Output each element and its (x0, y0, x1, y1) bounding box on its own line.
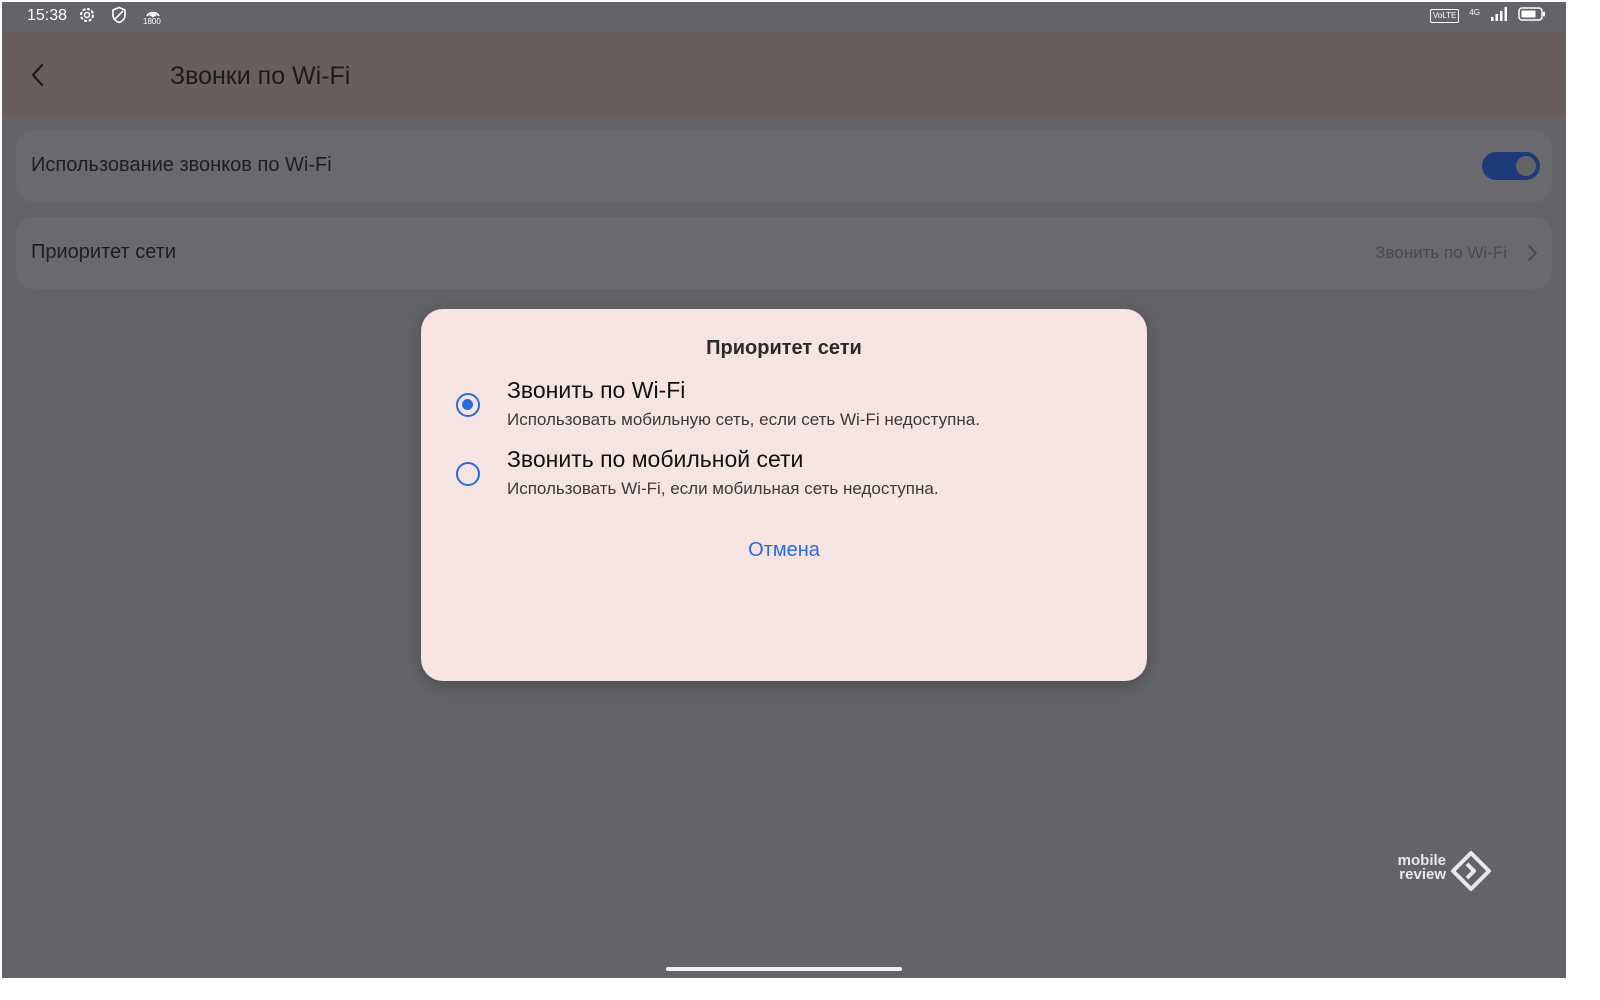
radio-wifi-selected[interactable] (456, 393, 480, 417)
wifi-calling-toggle[interactable] (1482, 152, 1540, 180)
cancel-button[interactable]: Отмена (421, 539, 1147, 562)
mobile-review-watermark: mobile review (1384, 850, 1494, 894)
status-time: 15:38 (27, 7, 68, 24)
watermark-line2: review (1399, 866, 1446, 883)
network-priority-value: Звонить по Wi-Fi (1375, 243, 1507, 262)
network-priority-row[interactable]: Приоритет сети Звонить по Wi-Fi (16, 217, 1552, 289)
option-mobile-subtitle: Использовать Wi-Fi, если мобильная сеть … (507, 479, 939, 498)
home-handle[interactable] (666, 967, 902, 971)
signal-icon (1490, 6, 1508, 26)
network-priority-label: Приоритет сети (31, 241, 176, 263)
network-type: 4G (1469, 8, 1480, 17)
radio-dot (462, 399, 473, 410)
back-arrow-icon[interactable] (24, 60, 54, 90)
page-title: Звонки по Wi-Fi (170, 62, 351, 90)
shield-icon (110, 6, 128, 28)
toggle-knob (1516, 156, 1536, 176)
dialog-title: Приоритет сети (706, 337, 862, 359)
option-wifi-subtitle: Использовать мобильную сеть, если сеть W… (507, 410, 980, 429)
volte-badge: VoLTE (1429, 9, 1460, 23)
hotspot-label: 1800 (143, 17, 161, 26)
app-bar: Звонки по Wi-Fi (2, 32, 1566, 117)
status-bar: 15:38 1800 VoLTE 4G (2, 2, 1566, 32)
gear-icon (78, 6, 96, 28)
option-mobile-title: Звонить по мобильной сети (507, 446, 804, 472)
radio-mobile[interactable] (456, 462, 480, 486)
hotspot-icon: 1800 (142, 4, 164, 28)
network-priority-dialog: Приоритет сети Звонить по Wi-Fi Использо… (421, 309, 1147, 681)
status-right-group: VoLTE 4G (1429, 6, 1546, 26)
option-wifi-title: Звонить по Wi-Fi (507, 377, 686, 403)
screen: 15:38 1800 VoLTE 4G Звонки по Wi-Fi Испо… (2, 2, 1566, 978)
wifi-calling-row[interactable]: Использование звонков по Wi-Fi (16, 130, 1552, 202)
option-wifi[interactable]: Звонить по Wi-Fi Использовать мобильную … (421, 375, 1147, 441)
watermark-text: mobile review (1384, 853, 1446, 883)
chevron-right-icon (1524, 241, 1540, 265)
mobile-review-logo-icon (1451, 851, 1491, 891)
option-mobile[interactable]: Звонить по мобильной сети Использовать W… (421, 444, 1147, 510)
wifi-calling-label: Использование звонков по Wi-Fi (31, 154, 332, 176)
battery-icon (1518, 6, 1546, 26)
